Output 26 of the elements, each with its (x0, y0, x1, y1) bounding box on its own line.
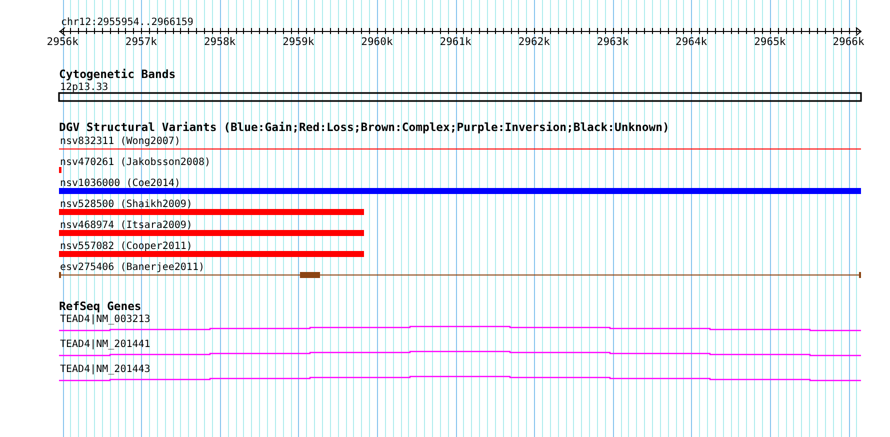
region-title: chr12:2955954..2966159 (61, 17, 194, 28)
variant-label: nsv1036000 (Coe2014) (60, 178, 180, 189)
tick-label: 2963k (596, 36, 629, 48)
gene-label: TEAD4|NM_201443 (60, 364, 150, 375)
band-label: 12p13.33 (60, 82, 108, 93)
tick-label: 2959k (282, 36, 314, 48)
tick-label: 2956k (46, 36, 78, 48)
tick-label: 2958k (204, 36, 236, 48)
variant-label: nsv528500 (Shaikh2009) (60, 199, 192, 210)
variant-label: nsv832311 (Wong2007) (60, 136, 180, 147)
tick-label: 2965k (754, 36, 786, 48)
tick-label: 2961k (440, 36, 472, 48)
variant-label: nsv470261 (Jakobsson2008) (60, 157, 211, 168)
track-title: DGV Structural Variants (Blue:Gain;Red:Loss;Brown:Complex;Purple:Inversion;Black:Unknown) (59, 120, 670, 134)
variant-label: esv275406 (Banerjee2011) (60, 262, 204, 273)
track-title: Cytogenetic Bands (59, 67, 176, 81)
tick-label: 2966k (832, 36, 864, 48)
track-title: RefSeq Genes (59, 299, 142, 313)
tick-label: 2957k (125, 36, 157, 48)
gene-label: TEAD4|NM_003213 (60, 314, 150, 325)
gene-label: TEAD4|NM_201441 (60, 339, 150, 350)
variant-label: nsv557082 (Cooper2011) (60, 241, 192, 252)
tick-label: 2964k (676, 36, 708, 48)
tick-label: 2960k (361, 36, 393, 48)
tick-label: 2962k (518, 36, 550, 48)
variant-label: nsv468974 (Itsara2009) (60, 220, 192, 231)
